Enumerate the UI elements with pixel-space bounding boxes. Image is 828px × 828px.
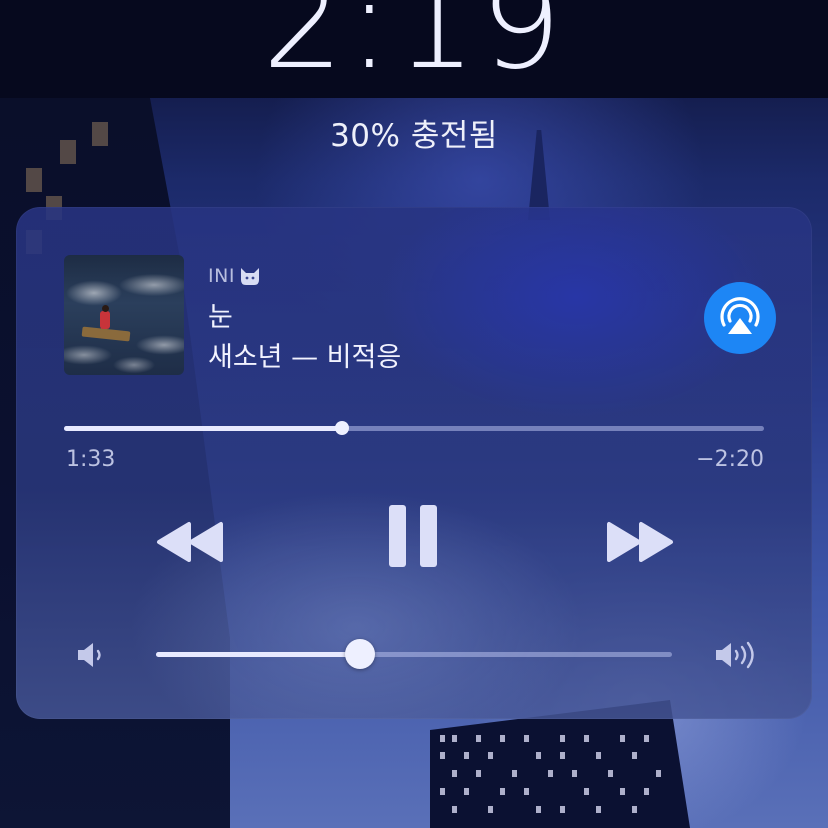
playback-progress-fill	[64, 426, 342, 431]
playback-scrubber-thumb[interactable]	[334, 421, 349, 435]
now-playing-widget[interactable]: INI 눈 새소년 — 비적응 1:33 −2:20	[16, 207, 812, 719]
window-light	[464, 788, 469, 795]
window-light	[512, 770, 517, 777]
elapsed-time: 1:33	[66, 447, 116, 472]
fast-forward-button[interactable]	[594, 507, 684, 577]
window-light	[596, 752, 601, 759]
window-light	[440, 788, 445, 795]
window-light	[440, 752, 445, 759]
rewind-icon	[157, 522, 223, 562]
window-light	[596, 806, 601, 813]
window-light	[452, 735, 457, 742]
window-light	[500, 735, 505, 742]
speaker-high-icon	[712, 639, 762, 671]
window-light	[536, 752, 541, 759]
remaining-time: −2:20	[696, 447, 764, 472]
window-light	[476, 735, 481, 742]
album-art-figure-head	[102, 305, 109, 312]
window-light	[644, 788, 649, 795]
window-light	[452, 770, 457, 777]
window-light	[560, 735, 565, 742]
pause-icon	[389, 505, 437, 567]
song-artist-album: 새소년 — 비적응	[208, 342, 402, 373]
airplay-button[interactable]	[704, 282, 776, 354]
window-light	[560, 806, 565, 813]
playback-scrubber[interactable]	[64, 421, 764, 435]
lock-clock: 2:19	[262, 0, 566, 98]
window-light	[584, 735, 589, 742]
pause-button[interactable]	[378, 499, 448, 573]
window-light	[656, 770, 661, 777]
window-light	[632, 752, 637, 759]
window-light	[452, 806, 457, 813]
window-light	[26, 168, 42, 192]
volume-slider-fill	[156, 652, 360, 657]
album-art-figure	[100, 311, 110, 329]
song-title: 눈	[208, 302, 233, 333]
window-light	[560, 752, 565, 759]
window-light	[608, 770, 613, 777]
window-light	[584, 788, 589, 795]
rewind-button[interactable]	[146, 507, 236, 577]
window-light	[476, 770, 481, 777]
speaker-low-icon	[74, 639, 114, 671]
volume-slider[interactable]	[156, 639, 672, 669]
window-light	[488, 752, 493, 759]
source-app-row[interactable]: INI	[208, 264, 261, 288]
charging-status: 30% 충전됨	[330, 118, 498, 154]
window-light	[500, 788, 505, 795]
window-light	[440, 735, 445, 742]
window-light	[488, 806, 493, 813]
airplay-icon	[720, 297, 760, 334]
window-light	[464, 752, 469, 759]
window-light	[620, 788, 625, 795]
lock-screen: 2:19 30% 충전됨 INI 눈 새소년 — 비적응 1:33 −2:20	[0, 0, 828, 828]
window-light	[572, 770, 577, 777]
cat-icon	[239, 266, 261, 286]
window-light	[548, 770, 553, 777]
window-light	[644, 735, 649, 742]
fast-forward-icon	[607, 522, 673, 562]
window-light	[524, 735, 529, 742]
window-light	[632, 806, 637, 813]
window-light	[620, 735, 625, 742]
window-light	[524, 788, 529, 795]
album-art[interactable]	[64, 255, 184, 375]
window-light	[536, 806, 541, 813]
source-app-name: INI	[208, 265, 235, 287]
volume-slider-thumb[interactable]	[344, 639, 375, 669]
